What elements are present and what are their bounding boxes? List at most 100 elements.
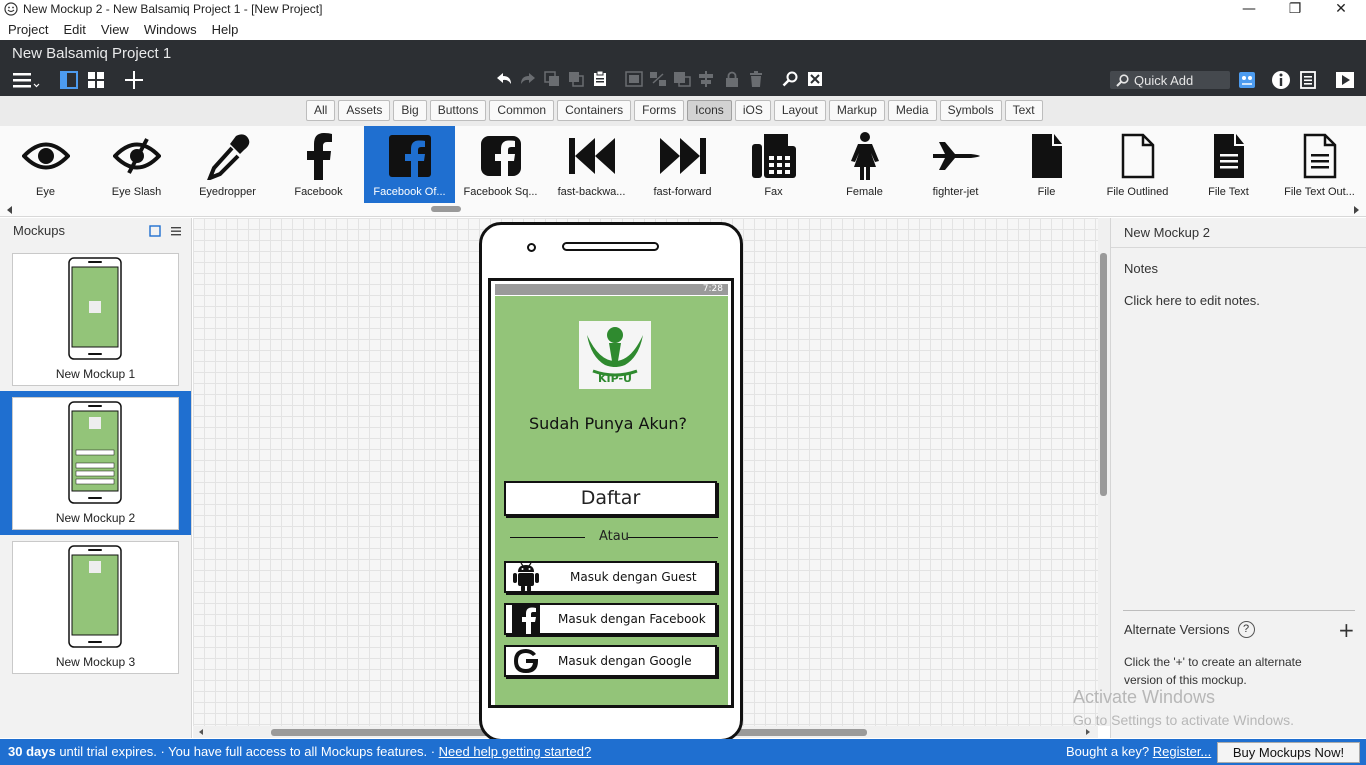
arrange-icon[interactable] bbox=[672, 70, 692, 88]
alt-versions-divider bbox=[1123, 610, 1355, 611]
facebook-login-label: Masuk dengan Facebook bbox=[558, 612, 706, 626]
help-icon[interactable]: ? bbox=[1237, 621, 1255, 638]
library-item-fax[interactable]: Fax bbox=[728, 126, 819, 203]
library-item-eye-slash[interactable]: Eye Slash bbox=[91, 126, 182, 203]
menu-help[interactable]: Help bbox=[212, 22, 239, 37]
filter-symbols[interactable]: Symbols bbox=[939, 100, 1002, 121]
filter-text[interactable]: Text bbox=[1004, 100, 1043, 121]
grid-view-icon[interactable] bbox=[86, 70, 106, 90]
filter-buttons[interactable]: Buttons bbox=[429, 100, 487, 121]
menu-edit[interactable]: Edit bbox=[63, 22, 85, 37]
find-icon[interactable] bbox=[780, 70, 800, 88]
notes-editor[interactable]: Click here to edit notes. bbox=[1124, 293, 1260, 308]
library-scrollbar-thumb[interactable] bbox=[431, 206, 461, 212]
group-icon[interactable] bbox=[624, 70, 644, 88]
filter-common[interactable]: Common bbox=[489, 100, 555, 121]
mockup-thumbnail-3[interactable]: New Mockup 3 bbox=[12, 541, 179, 674]
library-item-label: File bbox=[1037, 186, 1056, 198]
lock-icon[interactable] bbox=[722, 70, 742, 88]
buy-mockups-button[interactable]: Buy Mockups Now! bbox=[1217, 742, 1360, 763]
help-getting-started-link[interactable]: Need help getting started? bbox=[439, 744, 592, 759]
facebook-login-button[interactable]: Masuk dengan Facebook bbox=[504, 603, 717, 635]
library-item-facebook-square[interactable]: Facebook Sq... bbox=[455, 126, 546, 203]
alternate-versions-description: Click the '+' to create an alternate ver… bbox=[1124, 655, 1302, 687]
library-item-file-outlined[interactable]: File Outlined bbox=[1092, 126, 1183, 203]
filter-icons[interactable]: Icons bbox=[687, 100, 732, 121]
library-item-label: fast-backwa... bbox=[557, 186, 626, 198]
copy-icon[interactable] bbox=[542, 70, 562, 88]
library-item-file[interactable]: File bbox=[1001, 126, 1092, 203]
thumbnail-view-icon[interactable] bbox=[149, 225, 161, 237]
trash-icon[interactable] bbox=[746, 70, 766, 88]
library-item-fast-forward[interactable]: fast-forward bbox=[637, 126, 728, 203]
restore-button[interactable]: ❐ bbox=[1272, 0, 1318, 18]
library-item-fighter-jet[interactable]: fighter-jet bbox=[910, 126, 1001, 203]
project-name: New Balsamiq Project 1 bbox=[12, 45, 172, 62]
filter-all[interactable]: All bbox=[306, 100, 336, 121]
library-item-eye[interactable]: Eye bbox=[0, 126, 91, 203]
minimize-button[interactable]: — bbox=[1226, 0, 1272, 18]
hscroll-right-icon[interactable] bbox=[1084, 728, 1092, 736]
canvas-vscroll-thumb[interactable] bbox=[1100, 253, 1107, 496]
filter-forms[interactable]: Forms bbox=[634, 100, 685, 121]
phone-camera bbox=[527, 243, 536, 252]
presentation-mode-icon[interactable] bbox=[1334, 69, 1356, 91]
clear-selection-icon[interactable] bbox=[805, 70, 825, 88]
menu-windows[interactable]: Windows bbox=[144, 22, 197, 37]
add-mockup-icon[interactable] bbox=[123, 69, 145, 91]
menu-view[interactable]: View bbox=[101, 22, 129, 37]
canvas-vertical-scrollbar[interactable] bbox=[1098, 218, 1110, 726]
mockup-title[interactable]: New Mockup 2 bbox=[1124, 225, 1210, 240]
mockup-thumbnail-1[interactable]: New Mockup 1 bbox=[12, 253, 179, 386]
eye-slash-icon bbox=[112, 138, 161, 174]
ungroup-icon[interactable] bbox=[648, 70, 668, 88]
filter-big[interactable]: Big bbox=[393, 100, 427, 121]
kipu-logo: KIP-U bbox=[579, 321, 651, 389]
info-icon[interactable] bbox=[1270, 69, 1292, 91]
fax-icon bbox=[751, 134, 796, 178]
filter-containers[interactable]: Containers bbox=[557, 100, 632, 121]
mockup-1-preview bbox=[68, 257, 122, 360]
single-pane-icon[interactable] bbox=[59, 70, 79, 90]
redo-icon[interactable] bbox=[518, 70, 538, 88]
library-item-label: fast-forward bbox=[653, 186, 712, 198]
library-item-female[interactable]: Female bbox=[819, 126, 910, 203]
align-icon[interactable] bbox=[696, 70, 716, 88]
library-item-file-text-outlined[interactable]: File Text Out... bbox=[1274, 126, 1365, 203]
guest-login-button[interactable]: Masuk dengan Guest bbox=[504, 561, 717, 593]
or-separator: Atau bbox=[510, 529, 718, 545]
menu-project[interactable]: Project bbox=[8, 22, 48, 37]
quick-add-input[interactable]: Quick Add bbox=[1110, 71, 1230, 89]
filter-layout[interactable]: Layout bbox=[773, 100, 826, 121]
mockup-thumbnail-2[interactable]: New Mockup 2 bbox=[12, 397, 179, 530]
list-view-icon[interactable] bbox=[170, 225, 182, 237]
paste-icon[interactable] bbox=[590, 70, 610, 88]
facebook-icon bbox=[306, 133, 332, 180]
filter-ios[interactable]: iOS bbox=[734, 100, 771, 121]
window-titlebar: New Mockup 2 - New Balsamiq Project 1 - … bbox=[0, 0, 1366, 18]
ui-library-icon[interactable] bbox=[1237, 70, 1257, 90]
undo-icon[interactable] bbox=[494, 70, 514, 88]
daftar-button[interactable]: Daftar bbox=[504, 481, 717, 516]
library-item-facebook-official[interactable]: Facebook Of... bbox=[364, 126, 455, 203]
notes-panel-icon[interactable] bbox=[1298, 70, 1318, 90]
library-item-fast-backward[interactable]: fast-backwa... bbox=[546, 126, 637, 203]
add-alternate-version-button[interactable]: + bbox=[1338, 618, 1355, 642]
scroll-right-icon[interactable] bbox=[1353, 205, 1361, 215]
eye-icon bbox=[21, 142, 70, 170]
library-item-file-text[interactable]: File Text bbox=[1183, 126, 1274, 203]
panel-divider bbox=[1111, 247, 1366, 248]
register-link[interactable]: Register... bbox=[1153, 744, 1212, 759]
filter-assets[interactable]: Assets bbox=[338, 100, 391, 121]
google-login-button[interactable]: Masuk dengan Google bbox=[504, 645, 717, 677]
library-item-eyedropper[interactable]: Eyedropper bbox=[182, 126, 273, 203]
library-item-facebook[interactable]: Facebook bbox=[273, 126, 364, 203]
scroll-left-icon[interactable] bbox=[5, 205, 13, 215]
close-button[interactable]: ✕ bbox=[1318, 0, 1364, 18]
kipu-logo-text: KIP-U bbox=[598, 372, 632, 385]
hamburger-menu-icon[interactable] bbox=[10, 70, 42, 90]
filter-markup[interactable]: Markup bbox=[828, 100, 885, 121]
duplicate-icon[interactable] bbox=[566, 70, 586, 88]
hscroll-left-icon[interactable] bbox=[197, 728, 205, 736]
filter-media[interactable]: Media bbox=[887, 100, 937, 121]
